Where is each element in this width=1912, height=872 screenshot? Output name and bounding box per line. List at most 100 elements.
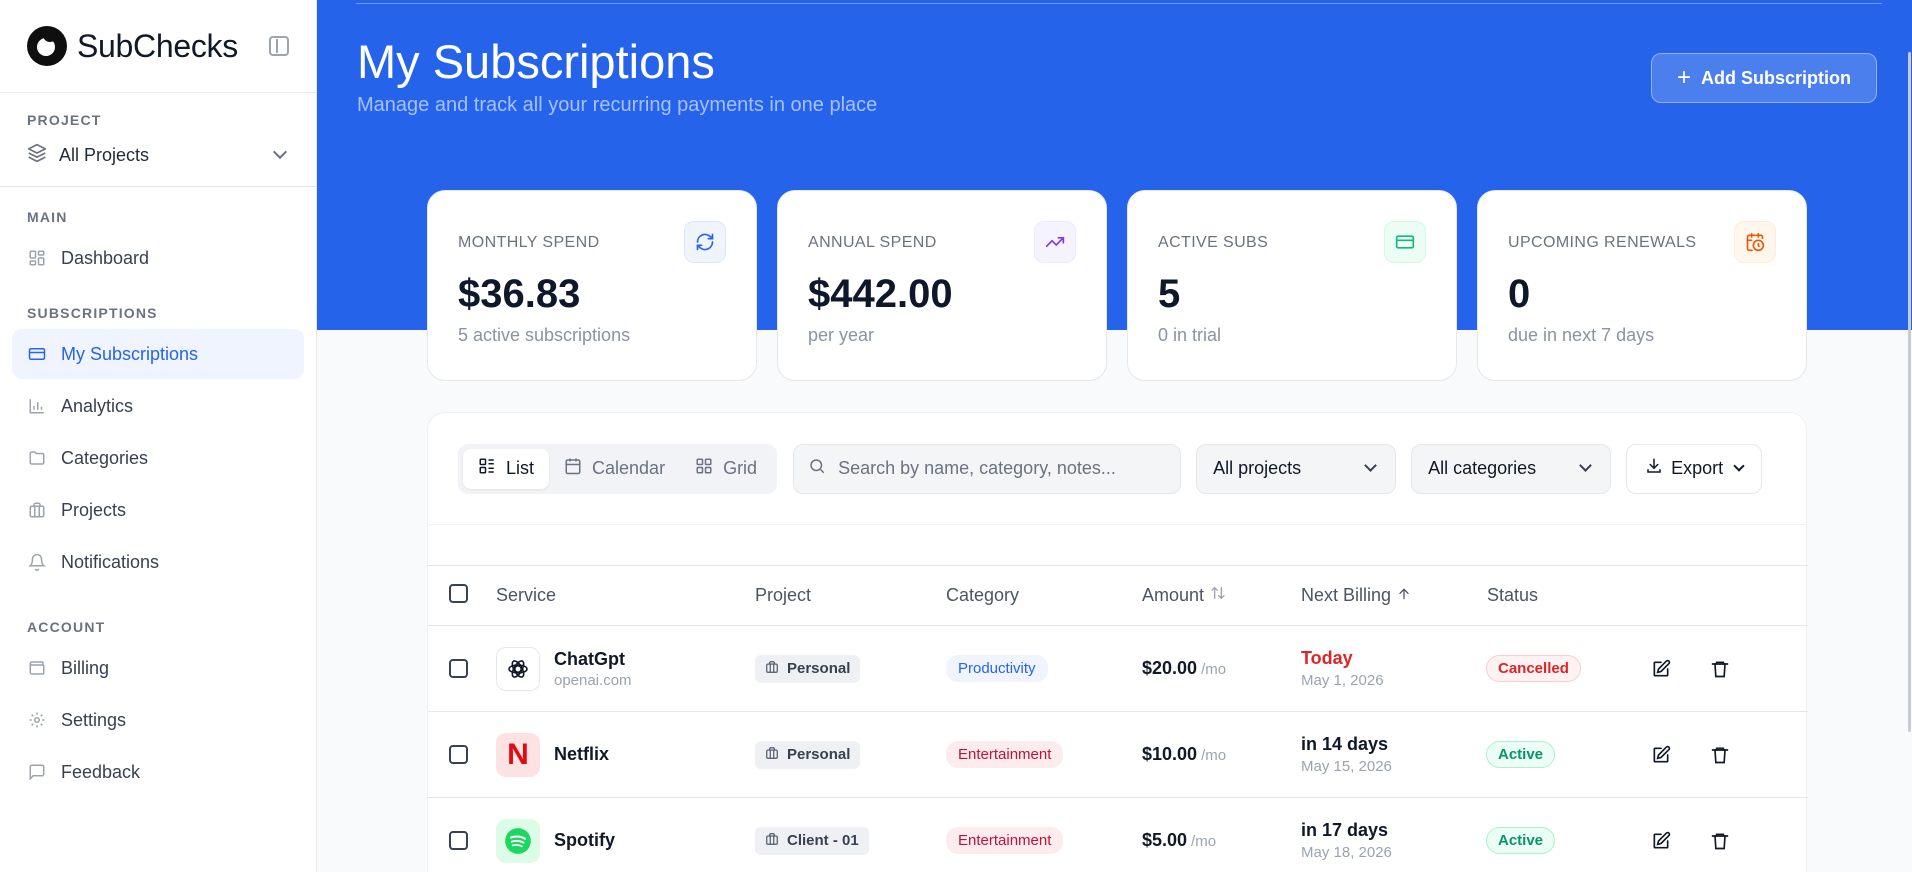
amount-cell: $10.00/mo: [1142, 744, 1226, 765]
page-title: My Subscriptions: [357, 35, 715, 88]
gear-icon: [27, 710, 47, 730]
project-name: Personal: [787, 746, 851, 763]
sidebar-item-notifications[interactable]: Notifications: [12, 537, 304, 587]
view-grid-button[interactable]: Grid: [680, 449, 772, 489]
subscriptions-table: Service Project Category Amount Next Bil…: [428, 565, 1808, 872]
export-button[interactable]: Export: [1626, 443, 1763, 494]
next-billing-date: May 15, 2026: [1301, 758, 1392, 775]
next-billing-date: May 1, 2026: [1301, 672, 1384, 689]
download-icon: [1645, 457, 1663, 480]
wallet-icon: [27, 658, 47, 678]
amount-period: /mo: [1201, 747, 1227, 764]
sidebar-item-label: Billing: [61, 657, 110, 678]
account-section-label: ACCOUNT: [27, 619, 106, 635]
service-name: ChatGpt: [554, 648, 625, 669]
toolbar: List Calendar Grid All projects: [428, 413, 1806, 525]
project-name: Client - 01: [787, 832, 859, 849]
project-cell: Client - 01: [755, 826, 869, 855]
column-category[interactable]: Category: [946, 585, 1019, 606]
select-all-checkbox[interactable]: [449, 584, 468, 603]
trash-icon[interactable]: [1709, 830, 1731, 852]
service-domain: openai.com: [554, 671, 632, 689]
trash-icon[interactable]: [1709, 658, 1731, 680]
sidebar-item-analytics[interactable]: Analytics: [12, 381, 304, 431]
search-icon: [808, 457, 826, 480]
sidebar-collapse-icon[interactable]: [269, 36, 289, 56]
layers-icon: [27, 143, 47, 168]
amount-value: $10.00: [1142, 744, 1198, 764]
row-checkbox[interactable]: [449, 831, 468, 850]
trash-icon[interactable]: [1709, 744, 1731, 766]
category-cell: Entertainment: [946, 827, 1064, 854]
project-cell: Personal: [755, 654, 861, 683]
amount-period: /mo: [1201, 661, 1227, 678]
add-subscription-button[interactable]: + Add Subscription: [1651, 53, 1877, 103]
sidebar-item-label: Dashboard: [61, 247, 150, 268]
project-switcher: PROJECT All Projects: [0, 93, 316, 187]
categories-filter[interactable]: All categories: [1411, 443, 1612, 494]
project-select[interactable]: All Projects: [0, 142, 316, 168]
column-project[interactable]: Project: [755, 585, 811, 606]
sidebar-item-dashboard[interactable]: Dashboard: [12, 233, 304, 283]
sidebar-item-label: Analytics: [61, 395, 134, 416]
sidebar-item-label: Categories: [61, 447, 149, 468]
column-amount[interactable]: Amount: [1142, 585, 1226, 606]
project-badge: Client - 01: [755, 826, 869, 855]
subscriptions-panel: List Calendar Grid All projects: [427, 412, 1808, 872]
service-name: Netflix: [554, 744, 610, 764]
next-billing-relative: in 14 days: [1301, 734, 1389, 754]
project-select-value: All Projects: [59, 144, 150, 165]
sidebar-item-my-subscriptions[interactable]: My Subscriptions: [12, 329, 304, 379]
column-next-billing-label: Next Billing: [1301, 585, 1392, 605]
briefcase-icon: [765, 746, 779, 764]
add-subscription-label: Add Subscription: [1701, 67, 1851, 88]
stat-sub: 0 in trial: [1158, 325, 1222, 345]
stat-value: $442.00: [808, 272, 953, 316]
nav-account: ACCOUNT Billing Settings Feedback: [0, 589, 316, 797]
service-name: Spotify: [554, 830, 615, 850]
row-checkbox[interactable]: [449, 745, 468, 764]
sidebar-item-billing[interactable]: Billing: [12, 643, 304, 693]
next-billing-cell: in 14 days May 15, 2026: [1301, 734, 1392, 775]
sidebar-item-projects[interactable]: Projects: [12, 485, 304, 535]
row-checkbox[interactable]: [449, 659, 468, 678]
scrollbar-thumb[interactable]: [1908, 52, 1911, 732]
categories-filter-value: All categories: [1428, 458, 1537, 478]
edit-icon[interactable]: [1650, 658, 1672, 680]
column-service[interactable]: Service: [496, 585, 556, 606]
projects-filter[interactable]: All projects: [1196, 443, 1397, 494]
sidebar-item-settings[interactable]: Settings: [12, 695, 304, 745]
amount-period: /mo: [1191, 833, 1217, 850]
sidebar-item-label: Projects: [61, 499, 127, 520]
next-billing-cell: Today May 1, 2026: [1301, 648, 1384, 689]
briefcase-icon: [765, 660, 779, 678]
briefcase-icon: [765, 832, 779, 850]
main-content: My Subscriptions Manage and track all yo…: [317, 0, 1912, 872]
sort-icon: [1210, 585, 1226, 606]
edit-icon[interactable]: [1650, 744, 1672, 766]
page-scrollbar[interactable]: [1906, 0, 1912, 872]
view-grid-label: Grid: [723, 458, 758, 478]
sidebar-item-feedback[interactable]: Feedback: [12, 747, 304, 797]
stat-value: 5: [1158, 272, 1181, 316]
next-billing-cell: in 17 days May 18, 2026: [1301, 820, 1392, 861]
calendar-clock-icon: [1734, 221, 1776, 263]
search-input[interactable]: [838, 458, 1159, 479]
main-section-label: MAIN: [27, 209, 68, 225]
stat-sub: 5 active subscriptions: [458, 325, 631, 345]
column-status[interactable]: Status: [1487, 585, 1538, 606]
category-badge: Entertainment: [946, 741, 1064, 768]
view-list-label: List: [506, 458, 535, 478]
view-list-button[interactable]: List: [463, 448, 550, 489]
edit-icon[interactable]: [1650, 830, 1672, 852]
brand-name: SubChecks: [77, 27, 238, 64]
amount-value: $20.00: [1142, 658, 1198, 678]
status-cell: Active: [1486, 741, 1556, 768]
sidebar-item-categories[interactable]: Categories: [12, 433, 304, 483]
list-icon: [478, 457, 496, 480]
stat-card-monthly: MONTHLY SPEND $36.83 5 active subscripti…: [427, 190, 757, 381]
calendar-icon: [564, 457, 582, 480]
column-next-billing[interactable]: Next Billing: [1301, 585, 1411, 606]
view-calendar-button[interactable]: Calendar: [549, 449, 680, 489]
amount-value: $5.00: [1142, 830, 1188, 850]
